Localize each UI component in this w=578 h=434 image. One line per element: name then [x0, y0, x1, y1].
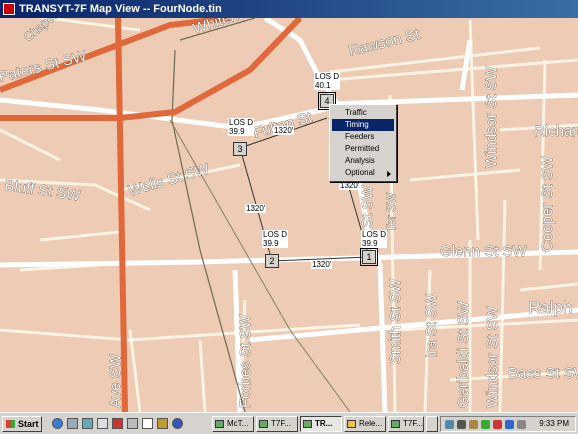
tray-icon[interactable]	[445, 420, 454, 429]
street-map[interactable]: Paters St SW Whitehall Rawson St Fulton …	[0, 18, 578, 412]
taskbar-button[interactable]	[426, 416, 438, 432]
map-canvas[interactable]: Paters St SW Whitehall Rawson St Fulton …	[0, 18, 578, 412]
taskbar-button[interactable]: T7F...	[256, 416, 298, 432]
taskbar-button-active[interactable]: TR...	[300, 416, 342, 432]
app-icon	[259, 420, 268, 428]
menu-item-traffic[interactable]: Traffic	[332, 107, 394, 119]
clock[interactable]: 9:33 PM	[539, 417, 569, 431]
tray-icon[interactable]	[481, 420, 490, 429]
intersection-node-2[interactable]: 2	[265, 254, 279, 268]
app-icon	[215, 420, 224, 428]
taskbar: Start McT... T7F... TR... Rele... T7F...…	[0, 412, 578, 434]
outlook-icon[interactable]	[82, 418, 93, 429]
street-label: Glenn St SW	[440, 243, 528, 260]
acrobat-icon[interactable]	[112, 418, 123, 429]
submenu-arrow-icon	[387, 171, 391, 177]
link-distance-label: 1320'	[273, 126, 295, 135]
node-3-los-label: LOS D 39.9	[228, 118, 255, 136]
link-distance-label: 1320'	[339, 181, 361, 190]
tray-icon[interactable]	[493, 420, 502, 429]
system-tray: 9:33 PM	[440, 416, 576, 432]
street-label: Forbes St SW	[237, 314, 254, 408]
node-4-los-label: LOS D 40.1	[314, 72, 341, 90]
street-label: Smith St SW	[387, 278, 404, 364]
node-2-los-label: LOS D 39.9	[262, 230, 289, 248]
volume-icon[interactable]	[505, 420, 514, 429]
street-label: St SW	[359, 185, 376, 228]
menu-item-feeders[interactable]: Feeders	[332, 131, 394, 143]
tray-icon[interactable]	[469, 420, 478, 429]
internet-explorer-icon[interactable]	[52, 418, 63, 429]
street-label: Windsor St SW	[483, 65, 500, 168]
street-label: Ter SW	[384, 192, 398, 232]
street-label: Cooper St SW	[539, 155, 556, 252]
street-label: Ira St SW	[423, 293, 440, 358]
taskbar-button[interactable]: Rele...	[344, 416, 386, 432]
taskbar-button[interactable]: T7F...	[388, 416, 424, 432]
start-button[interactable]: Start	[2, 416, 42, 432]
menu-item-optional[interactable]: Optional	[332, 167, 394, 179]
street-label: Ave SW	[107, 353, 124, 408]
window-title: TRANSYT-7F Map View -- FourNode.tin	[19, 3, 222, 15]
menu-item-analysis[interactable]: Analysis	[332, 155, 394, 167]
app-quicklaunch-icon[interactable]	[172, 418, 183, 429]
menu-item-timing[interactable]: Timing	[332, 119, 394, 131]
app-quicklaunch-icon[interactable]	[157, 418, 168, 429]
network-icon[interactable]	[517, 420, 526, 429]
intersection-node-3[interactable]: 3	[233, 142, 247, 156]
link-distance-label: 1320'	[245, 204, 267, 213]
tray-icon[interactable]	[457, 420, 466, 429]
word-icon[interactable]	[142, 418, 153, 429]
app-icon	[303, 420, 312, 428]
street-label: Richardson	[534, 123, 578, 140]
app-quicklaunch-icon[interactable]	[127, 418, 138, 429]
node-context-menu: Traffic Timing Feeders Permitted Analysi…	[329, 104, 397, 182]
folder-icon	[347, 420, 356, 428]
street-label: Bass St SW	[508, 365, 578, 382]
title-bar[interactable]: TRANSYT-7F Map View -- FourNode.tin	[0, 0, 578, 18]
map-view-window: TRANSYT-7F Map View -- FourNode.tin Pate…	[0, 0, 578, 412]
intersection-node-1[interactable]: 1	[360, 248, 378, 266]
show-desktop-icon[interactable]	[67, 418, 78, 429]
node-1-los-label: LOS D 39.9	[361, 230, 388, 248]
app-quicklaunch-icon[interactable]	[97, 418, 108, 429]
link-distance-label: 1320'	[311, 260, 333, 269]
street-label: Windsor St SW	[484, 305, 501, 408]
street-label: Ralph	[528, 298, 572, 317]
app-icon	[391, 420, 400, 428]
taskbar-button[interactable]: McT...	[212, 416, 254, 432]
menu-item-permitted[interactable]: Permitted	[332, 143, 394, 155]
street-label: Garibaldi St SW	[455, 300, 472, 408]
windows-flag-icon	[6, 420, 15, 428]
menu-item-optional-label: Optional	[345, 168, 375, 177]
transyt-app-icon[interactable]	[3, 3, 15, 15]
start-label: Start	[18, 419, 39, 429]
